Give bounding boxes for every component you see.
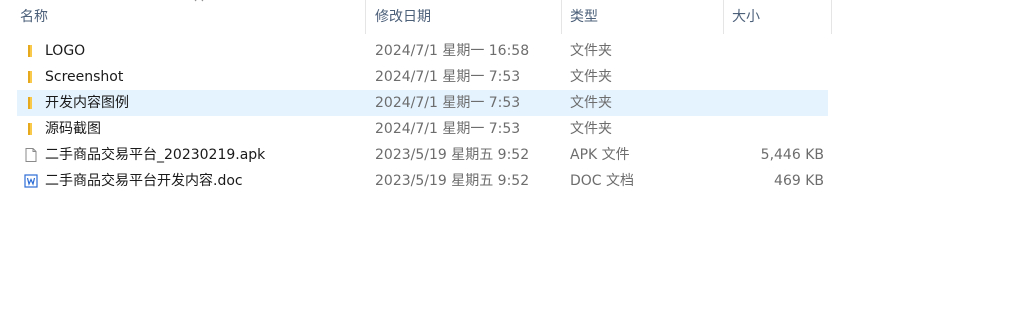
file-name: 二手商品交易平台开发内容.doc xyxy=(45,173,243,189)
column-header-modified-label: 修改日期 xyxy=(375,9,431,25)
file-type: 文件夹 xyxy=(570,69,612,85)
file-size: 5,446 KB xyxy=(760,147,824,163)
file-row[interactable]: LOGO 2024/7/1 星期一 16:58 文件夹 xyxy=(17,38,828,64)
file-icon xyxy=(23,147,39,163)
file-row[interactable]: 二手商品交易平台_20230219.apk 2023/5/19 星期五 9:52… xyxy=(17,142,828,168)
folder-icon xyxy=(23,69,39,85)
file-explorer: 名称 修改日期 类型 大小 LOGO 2024/7/1 星期一 16:58 文件… xyxy=(0,0,1024,311)
folder-icon xyxy=(23,43,39,59)
file-modified: 2024/7/1 星期一 7:53 xyxy=(375,121,521,137)
file-type: 文件夹 xyxy=(570,121,612,137)
file-size: 469 KB xyxy=(774,173,824,189)
file-row-selected[interactable]: 开发内容图例 2024/7/1 星期一 7:53 文件夹 xyxy=(17,90,828,116)
file-name: LOGO xyxy=(45,43,86,59)
column-header: 名称 修改日期 类型 大小 xyxy=(0,0,832,34)
column-header-name-label: 名称 xyxy=(20,9,48,25)
column-header-size[interactable]: 大小 xyxy=(724,0,832,34)
column-header-size-label: 大小 xyxy=(732,9,760,25)
folder-icon xyxy=(23,121,39,137)
folder-icon xyxy=(23,95,39,111)
column-header-name[interactable]: 名称 xyxy=(12,0,366,34)
file-name: 二手商品交易平台_20230219.apk xyxy=(45,147,266,163)
file-modified: 2024/7/1 星期一 16:58 xyxy=(375,43,530,59)
column-separator[interactable] xyxy=(365,0,366,34)
column-header-type[interactable]: 类型 xyxy=(562,0,724,34)
file-name: 源码截图 xyxy=(45,121,101,137)
file-row[interactable]: Screenshot 2024/7/1 星期一 7:53 文件夹 xyxy=(17,64,828,90)
file-modified: 2024/7/1 星期一 7:53 xyxy=(375,69,521,85)
word-doc-icon xyxy=(23,173,39,189)
file-type: DOC 文档 xyxy=(570,173,635,189)
file-modified: 2023/5/19 星期五 9:52 xyxy=(375,173,530,189)
column-separator[interactable] xyxy=(831,0,832,34)
file-row[interactable]: 二手商品交易平台开发内容.doc 2023/5/19 星期五 9:52 DOC … xyxy=(17,168,828,194)
file-row[interactable]: 源码截图 2024/7/1 星期一 7:53 文件夹 xyxy=(17,116,828,142)
file-modified: 2023/5/19 星期五 9:52 xyxy=(375,147,530,163)
file-type: 文件夹 xyxy=(570,95,612,111)
file-type: APK 文件 xyxy=(570,147,630,163)
file-name: 开发内容图例 xyxy=(45,95,129,111)
file-type: 文件夹 xyxy=(570,43,612,59)
sort-ascending-icon xyxy=(194,0,204,3)
column-header-modified[interactable]: 修改日期 xyxy=(367,0,562,34)
file-name: Screenshot xyxy=(45,69,124,85)
column-header-type-label: 类型 xyxy=(570,9,598,25)
file-modified: 2024/7/1 星期一 7:53 xyxy=(375,95,521,111)
